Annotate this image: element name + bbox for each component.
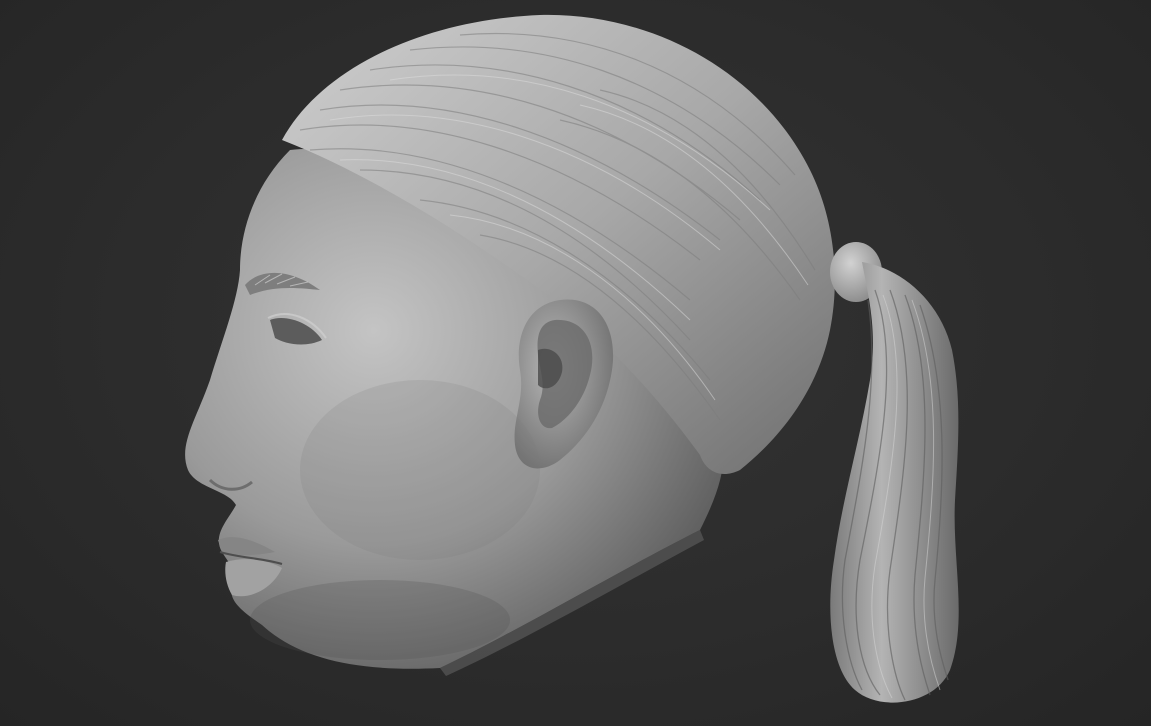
3d-viewport[interactable] xyxy=(0,0,1151,726)
cheek-shadow xyxy=(300,380,540,560)
sculpt-render xyxy=(185,14,959,703)
jaw-shadow xyxy=(250,580,510,660)
ponytail xyxy=(830,262,959,703)
